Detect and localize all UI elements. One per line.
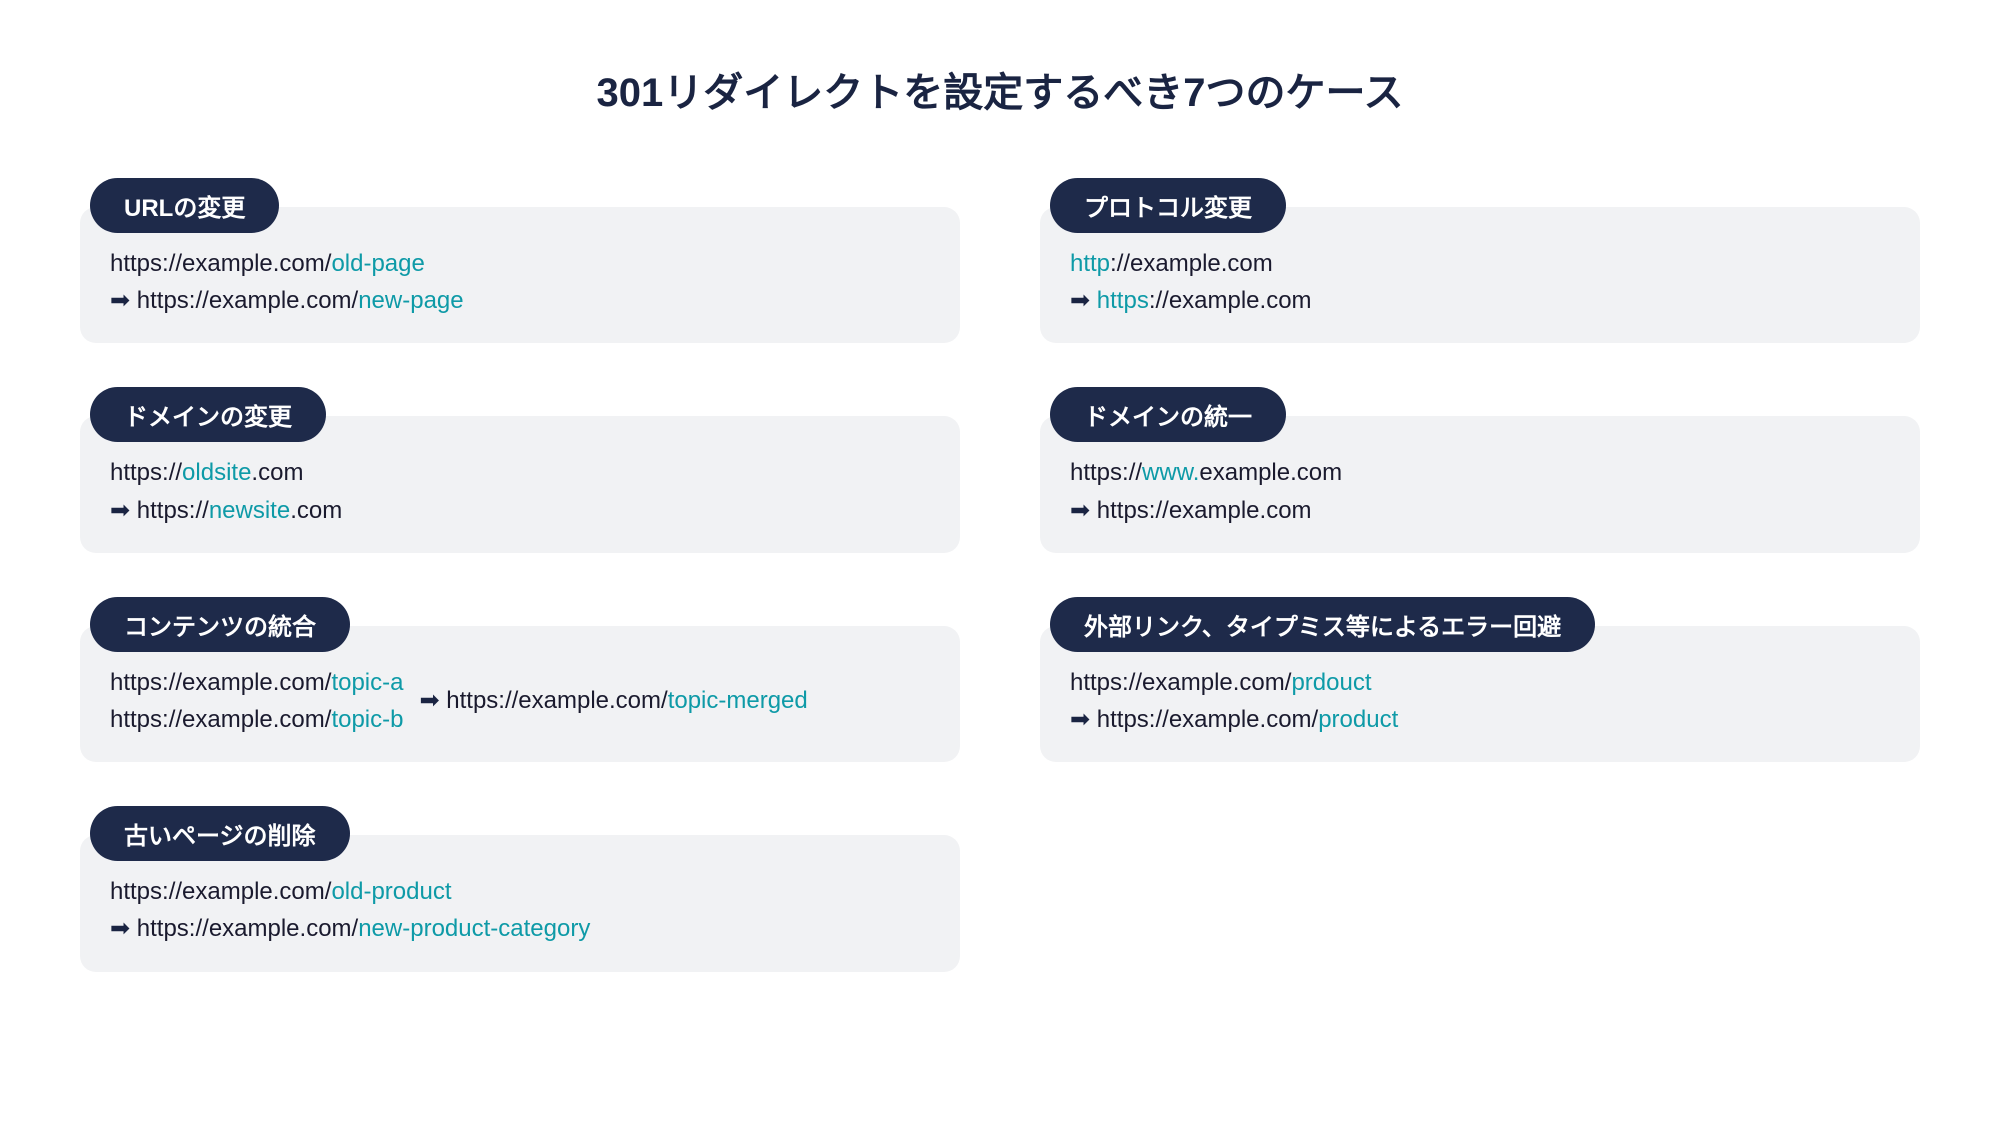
url-line: ➡ https://example.com/product [1070, 701, 1890, 738]
case-pill: 外部リンク、タイプミス等によるエラー回避 [1050, 597, 1595, 652]
arrow-icon: ➡ [1070, 287, 1090, 314]
url-highlight: product [1318, 706, 1398, 733]
arrow-icon: ➡ [1070, 497, 1090, 524]
page: 301リダイレクトを設定するべき7つのケース URLの変更https://exa… [0, 0, 2000, 1032]
case-card: プロトコル変更http://example.com➡ https://examp… [1040, 178, 1920, 343]
url-highlight: old-page [331, 250, 424, 277]
url-highlight: https [1097, 287, 1149, 314]
case-pill: URLの変更 [90, 178, 279, 233]
url-highlight: old-product [331, 878, 451, 905]
url-line: ➡ https://example.com [1070, 492, 1890, 529]
case-card: URLの変更https://example.com/old-page➡ http… [80, 178, 960, 343]
url-highlight: topic-a [331, 669, 403, 696]
url-line: ➡ https://example.com/new-page [110, 282, 930, 319]
url-prefix: https://example.com/ [110, 250, 331, 277]
url-line: https://example.com/old-product [110, 873, 930, 910]
url-line: https://example.com/old-page [110, 245, 930, 282]
url-prefix: https://example.com/ [1070, 669, 1291, 696]
arrow-icon: ➡ [110, 497, 130, 524]
case-card: コンテンツの統合https://example.com/topic-ahttps… [80, 597, 960, 762]
arrow-icon: ➡ [110, 287, 130, 314]
url-prefix: https://example.com/ [130, 287, 358, 314]
url-highlight: new-product-category [358, 915, 590, 942]
url-line: https://oldsite.com [110, 454, 930, 491]
arrow-icon: ➡ [419, 687, 439, 714]
url-highlight: oldsite [182, 459, 251, 486]
case-pill: プロトコル変更 [1050, 178, 1286, 233]
case-card: 古いページの削除https://example.com/old-product➡… [80, 806, 960, 971]
url-suffix: .com [290, 497, 342, 524]
url-prefix: https://example.com/ [1090, 706, 1318, 733]
url-highlight: www. [1142, 459, 1199, 486]
url-prefix: https://example.com/ [110, 669, 331, 696]
url-line: https://example.com/prdouct [1070, 664, 1890, 701]
url-prefix: https://example.com/ [110, 878, 331, 905]
arrow-icon: ➡ [1070, 706, 1090, 733]
url-prefix: https:// [1070, 459, 1142, 486]
arrow-icon: ➡ [110, 915, 130, 942]
url-line: https://example.com/topic-b [110, 701, 403, 738]
left-column: URLの変更https://example.com/old-page➡ http… [80, 178, 960, 972]
url-line: ➡ https://example.com/topic-merged [419, 682, 807, 719]
url-prefix: https:// [130, 497, 209, 524]
url-prefix: https://example.com/ [110, 706, 331, 733]
url-line: https://example.com/topic-a [110, 664, 403, 701]
url-prefix: https://example.com/ [130, 915, 358, 942]
url-prefix: https:// [110, 459, 182, 486]
url-suffix: ://example.com [1110, 250, 1273, 277]
url-line: ➡ https://newsite.com [110, 492, 930, 529]
case-card: ドメインの変更https://oldsite.com➡ https://news… [80, 387, 960, 552]
case-pill: ドメインの変更 [90, 387, 326, 442]
columns: URLの変更https://example.com/old-page➡ http… [80, 178, 1920, 972]
url-highlight: prdouct [1291, 669, 1371, 696]
url-suffix: example.com [1199, 459, 1342, 486]
url-suffix: ://example.com [1149, 287, 1312, 314]
url-highlight: topic-merged [668, 687, 808, 714]
url-highlight: new-page [358, 287, 463, 314]
url-line: http://example.com [1070, 245, 1890, 282]
inline-left: https://example.com/topic-ahttps://examp… [110, 664, 403, 738]
inline-row: https://example.com/topic-ahttps://examp… [110, 664, 930, 738]
case-pill: ドメインの統一 [1050, 387, 1286, 442]
url-highlight: http [1070, 250, 1110, 277]
case-pill: 古いページの削除 [90, 806, 350, 861]
url-line: https://www.example.com [1070, 454, 1890, 491]
url-line: ➡ https://example.com [1070, 282, 1890, 319]
url-prefix: https://example.com [1090, 497, 1311, 524]
url-prefix [1090, 287, 1097, 314]
url-highlight: newsite [209, 497, 290, 524]
right-column: プロトコル変更http://example.com➡ https://examp… [1040, 178, 1920, 972]
url-suffix: .com [251, 459, 303, 486]
case-card: 外部リンク、タイプミス等によるエラー回避 https://example.com/… [1040, 597, 1920, 762]
url-prefix: https://example.com/ [440, 687, 668, 714]
case-card: ドメインの統一https://www.example.com➡ https://… [1040, 387, 1920, 552]
url-highlight: topic-b [331, 706, 403, 733]
url-line: ➡ https://example.com/new-product-catego… [110, 910, 930, 947]
case-pill: コンテンツの統合 [90, 597, 350, 652]
page-title: 301リダイレクトを設定するべき7つのケース [80, 60, 1920, 118]
